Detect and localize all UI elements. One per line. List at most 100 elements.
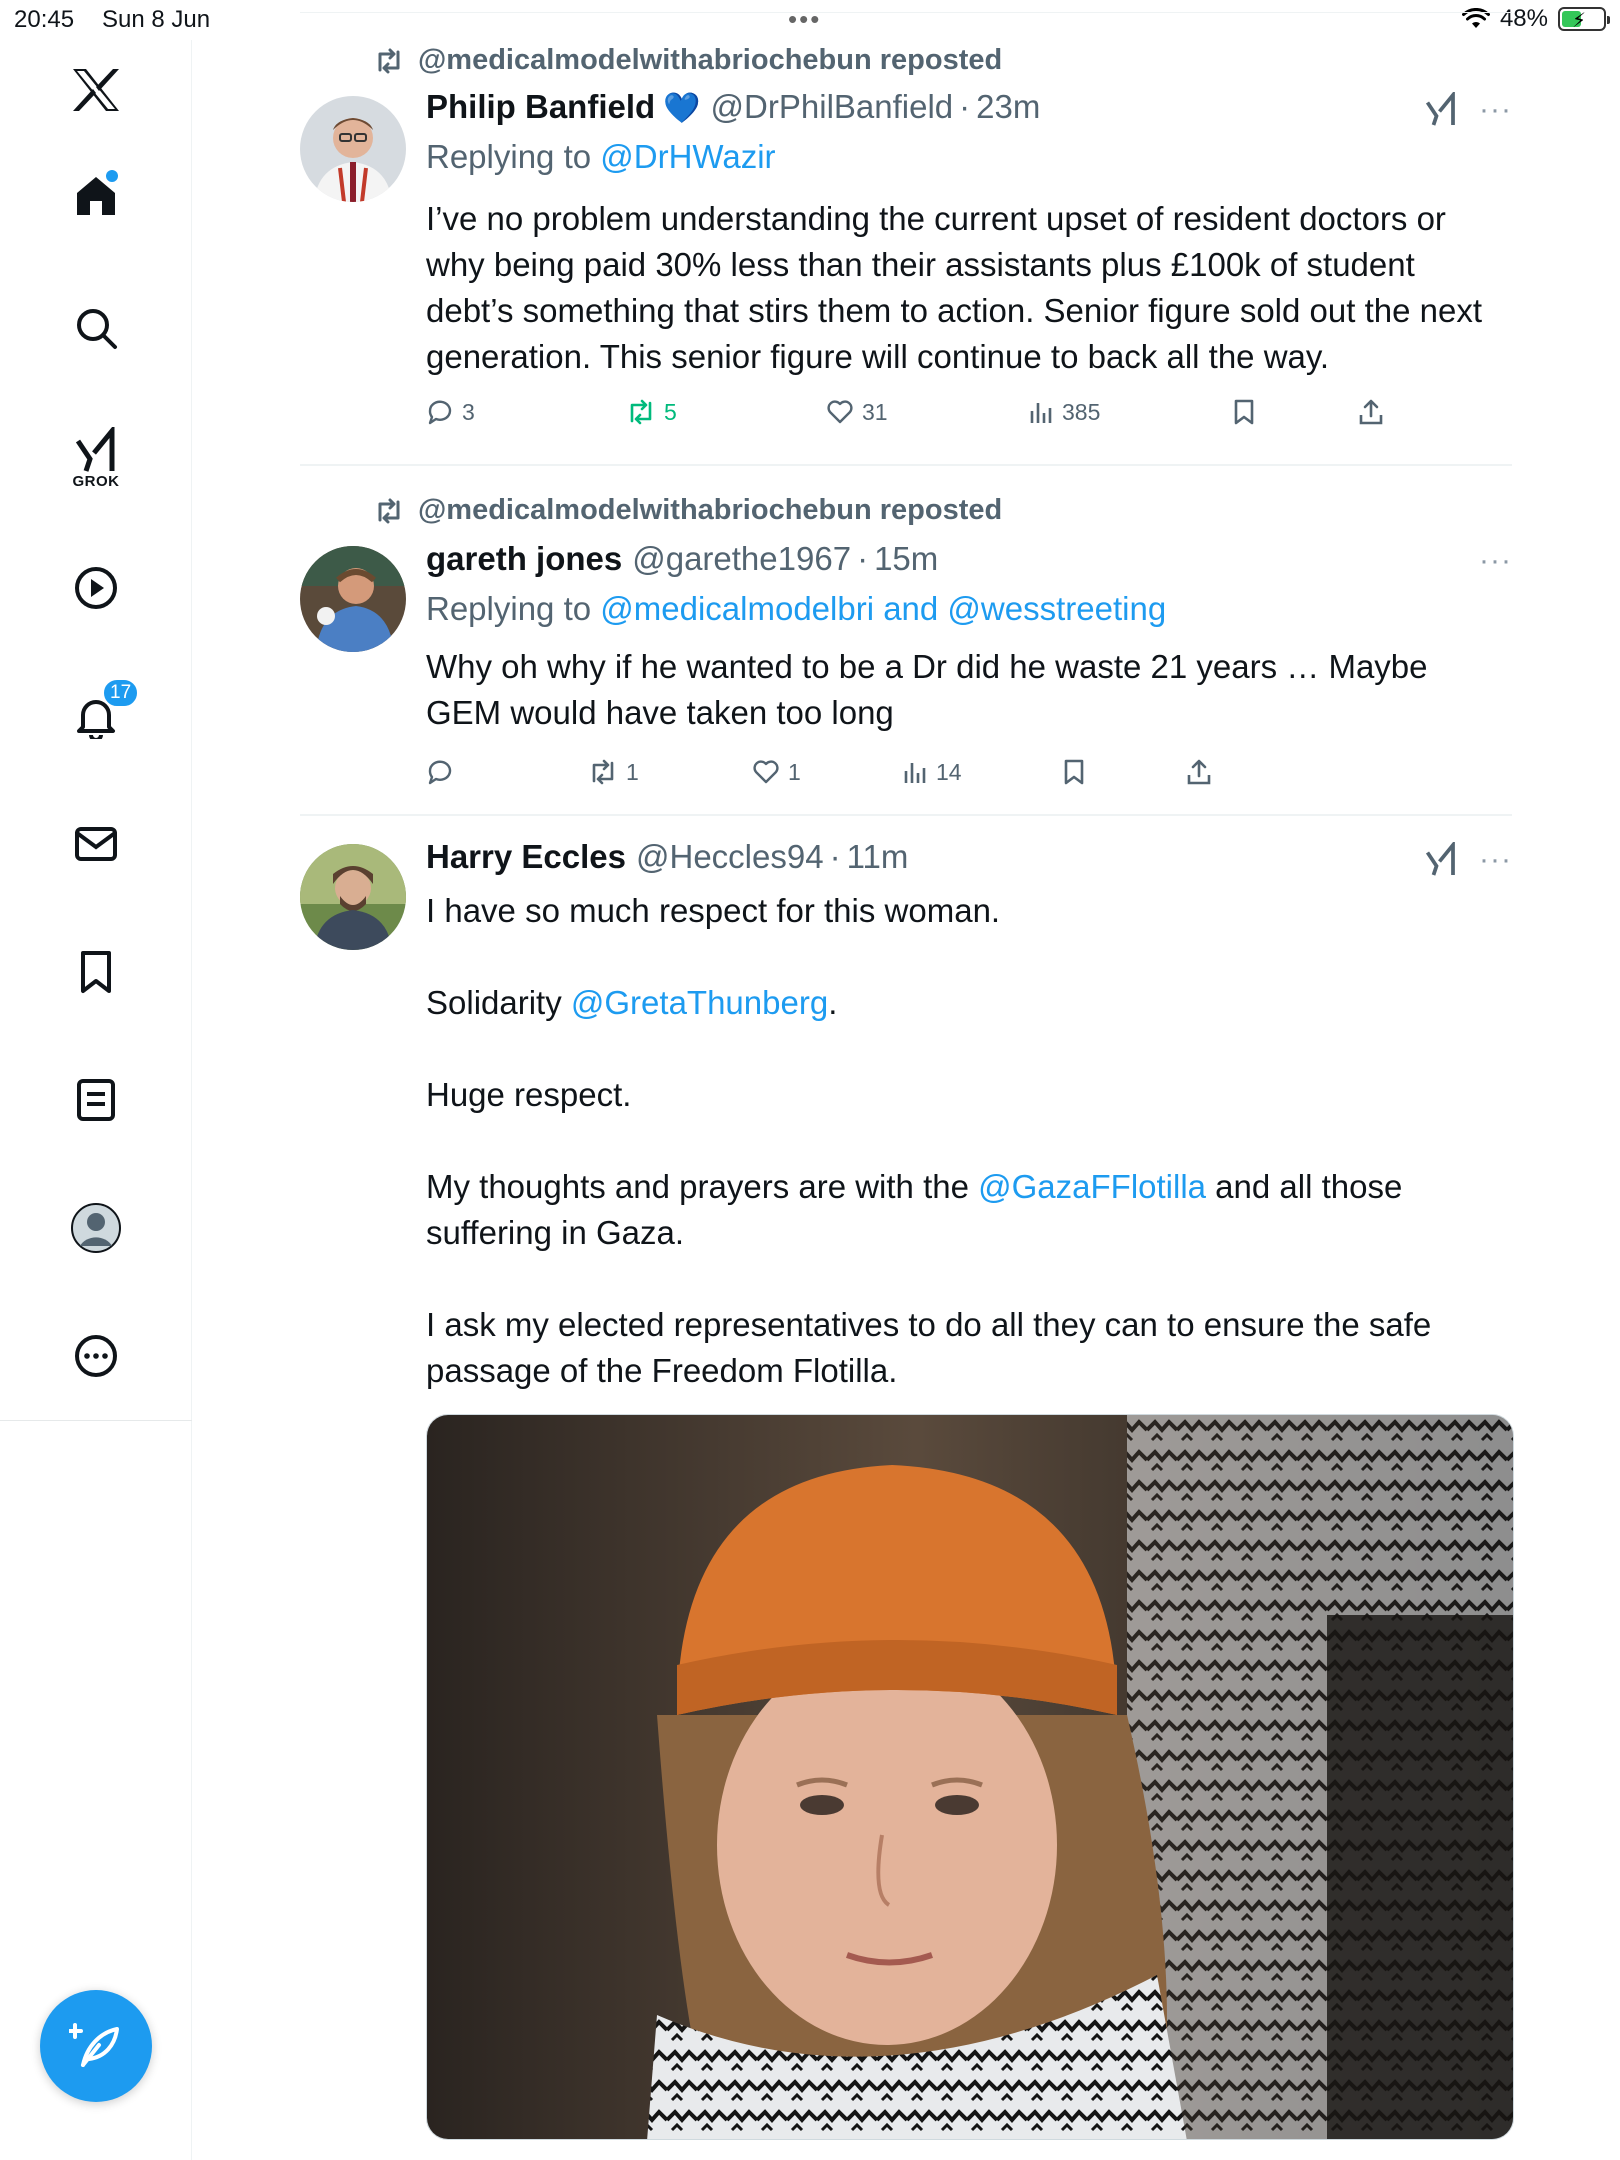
sidebar-item-video[interactable] bbox=[48, 540, 144, 636]
sidebar-item-grok[interactable]: GROK bbox=[48, 410, 144, 506]
author-handle[interactable]: @garethe1967 bbox=[632, 540, 851, 578]
tweet-line: My thoughts and prayers are with the @Ga… bbox=[426, 1164, 1506, 1256]
like-button[interactable]: 1 bbox=[752, 759, 902, 786]
sidebar-item-messages[interactable] bbox=[48, 796, 144, 892]
tweet-header: Philip Banfield 💙 @DrPhilBanfield · 23m bbox=[426, 88, 1040, 126]
status-date: Sun 8 Jun bbox=[102, 6, 211, 33]
author-handle[interactable]: @Heccles94 bbox=[636, 838, 824, 876]
share-button[interactable] bbox=[1186, 758, 1212, 786]
repost-indicator: @medicalmodelwithabriochebun reposted bbox=[374, 44, 1002, 77]
repost-count: 1 bbox=[626, 758, 639, 785]
bookmark-icon bbox=[81, 951, 111, 993]
sidebar-item-profile[interactable] bbox=[48, 1180, 144, 1276]
timestamp[interactable]: 15m bbox=[874, 540, 938, 578]
more-circle-icon bbox=[75, 1335, 117, 1377]
like-count: 31 bbox=[862, 398, 888, 425]
tweet-divider bbox=[300, 814, 1512, 816]
sidebar: GROK 17 bbox=[0, 40, 192, 2160]
grok-explain-icon[interactable] bbox=[1423, 842, 1459, 878]
mention-link[interactable]: @GretaThunberg bbox=[571, 984, 828, 1021]
repost-by-text: @medicalmodelwithabriochebun reposted bbox=[418, 44, 1003, 76]
compose-post-button[interactable] bbox=[40, 1990, 152, 2102]
tweet-line: Solidarity @GretaThunberg. bbox=[426, 980, 1506, 1026]
list-icon bbox=[77, 1079, 115, 1121]
reply-button[interactable] bbox=[426, 759, 588, 785]
tweet-line: I ask my elected representatives to do a… bbox=[426, 1306, 1432, 1389]
tweet-line: I have so much respect for this woman. bbox=[426, 892, 1001, 929]
timeline: @medicalmodelwithabriochebun reposted Ph… bbox=[300, 0, 1514, 2160]
sidebar-item-home[interactable] bbox=[48, 148, 144, 244]
sidebar-item-search[interactable] bbox=[48, 280, 144, 376]
heart-icon bbox=[827, 400, 853, 424]
tweet-line: Huge respect. bbox=[426, 1076, 632, 1113]
replying-to-link[interactable]: @DrHWazir bbox=[600, 138, 775, 175]
avatar[interactable] bbox=[300, 844, 406, 950]
profile-avatar-icon bbox=[71, 1203, 121, 1253]
more-options-icon[interactable]: ··· bbox=[1479, 544, 1512, 578]
repost-count: 5 bbox=[664, 398, 677, 425]
home-unread-dot bbox=[106, 170, 118, 182]
views-button[interactable]: 385 bbox=[1028, 399, 1232, 426]
like-button[interactable]: 31 bbox=[826, 399, 1028, 426]
more-options-icon[interactable]: ··· bbox=[1479, 843, 1512, 877]
grok-label: GROK bbox=[72, 472, 120, 490]
replying-to: Replying to @DrHWazir bbox=[426, 138, 776, 176]
tweet-header-actions: ··· bbox=[1423, 92, 1512, 128]
replying-to: Replying to @medicalmodelbri and @wesstr… bbox=[426, 590, 1166, 628]
grok-explain-icon[interactable] bbox=[1423, 92, 1459, 128]
play-icon bbox=[75, 567, 117, 609]
share-icon bbox=[1359, 399, 1383, 425]
bookmark-button[interactable] bbox=[1062, 758, 1186, 786]
reply-button[interactable]: 3 bbox=[426, 399, 626, 426]
bookmark-icon bbox=[1064, 759, 1084, 785]
search-icon bbox=[77, 309, 117, 349]
tweet-header-actions: ··· bbox=[1479, 544, 1512, 578]
mention-link[interactable]: @GazaFFlotilla bbox=[978, 1168, 1206, 1205]
author-name[interactable]: Harry Eccles bbox=[426, 838, 626, 876]
reply-icon bbox=[428, 400, 452, 425]
repost-icon bbox=[378, 498, 400, 523]
separator-dot: · bbox=[829, 838, 841, 875]
timestamp[interactable]: 23m bbox=[976, 88, 1040, 126]
view-count: 385 bbox=[1062, 398, 1101, 425]
repost-button[interactable]: 5 bbox=[626, 399, 826, 426]
status-time: 20:45 bbox=[14, 6, 75, 33]
sidebar-item-bookmarks[interactable] bbox=[48, 924, 144, 1020]
author-name[interactable]: gareth jones bbox=[426, 540, 622, 578]
tweet-header-actions: ··· bbox=[1423, 842, 1512, 878]
bookmark-icon bbox=[1234, 399, 1254, 425]
repost-indicator: @medicalmodelwithabriochebun reposted bbox=[374, 494, 1002, 527]
grok-icon bbox=[75, 426, 115, 472]
views-button[interactable]: 14 bbox=[902, 759, 1062, 786]
sidebar-item-notifications[interactable]: 17 bbox=[48, 668, 144, 764]
charging-bolt-icon: ⚡ bbox=[1572, 10, 1587, 32]
views-chart-icon bbox=[904, 763, 926, 783]
share-icon bbox=[1187, 759, 1211, 785]
avatar[interactable] bbox=[300, 546, 406, 652]
separator-dot: · bbox=[857, 540, 869, 577]
repost-button[interactable]: 1 bbox=[588, 759, 752, 786]
tweet-text: I have so much respect for this woman. S… bbox=[426, 888, 1506, 1394]
like-count: 1 bbox=[788, 758, 801, 785]
tweet-header: Harry Eccles @Heccles94 · 11m bbox=[426, 838, 908, 876]
repost-icon bbox=[378, 48, 400, 73]
avatar[interactable] bbox=[300, 96, 406, 202]
tweet-photo[interactable] bbox=[426, 1414, 1514, 2140]
sidebar-item-lists[interactable] bbox=[48, 1052, 144, 1148]
replying-to-label: Replying to bbox=[426, 590, 601, 627]
more-options-icon[interactable]: ··· bbox=[1479, 93, 1512, 127]
author-handle[interactable]: @DrPhilBanfield bbox=[711, 88, 954, 126]
sidebar-item-more[interactable] bbox=[48, 1308, 144, 1404]
author-name[interactable]: Philip Banfield bbox=[426, 88, 655, 126]
x-logo-icon[interactable] bbox=[48, 42, 144, 138]
timestamp[interactable]: 11m bbox=[847, 838, 909, 876]
replying-to-link[interactable]: @medicalmodelbri and @wesstreeting bbox=[600, 590, 1166, 627]
reply-count: 3 bbox=[462, 398, 475, 425]
tweet-actions: 1 1 14 bbox=[426, 758, 1212, 786]
repost-icon bbox=[630, 399, 652, 425]
share-button[interactable] bbox=[1358, 398, 1384, 426]
view-count: 14 bbox=[936, 758, 962, 785]
tweet-text: I’ve no problem understanding the curren… bbox=[426, 200, 1482, 375]
bookmark-button[interactable] bbox=[1232, 398, 1358, 426]
separator-dot: · bbox=[959, 88, 971, 125]
